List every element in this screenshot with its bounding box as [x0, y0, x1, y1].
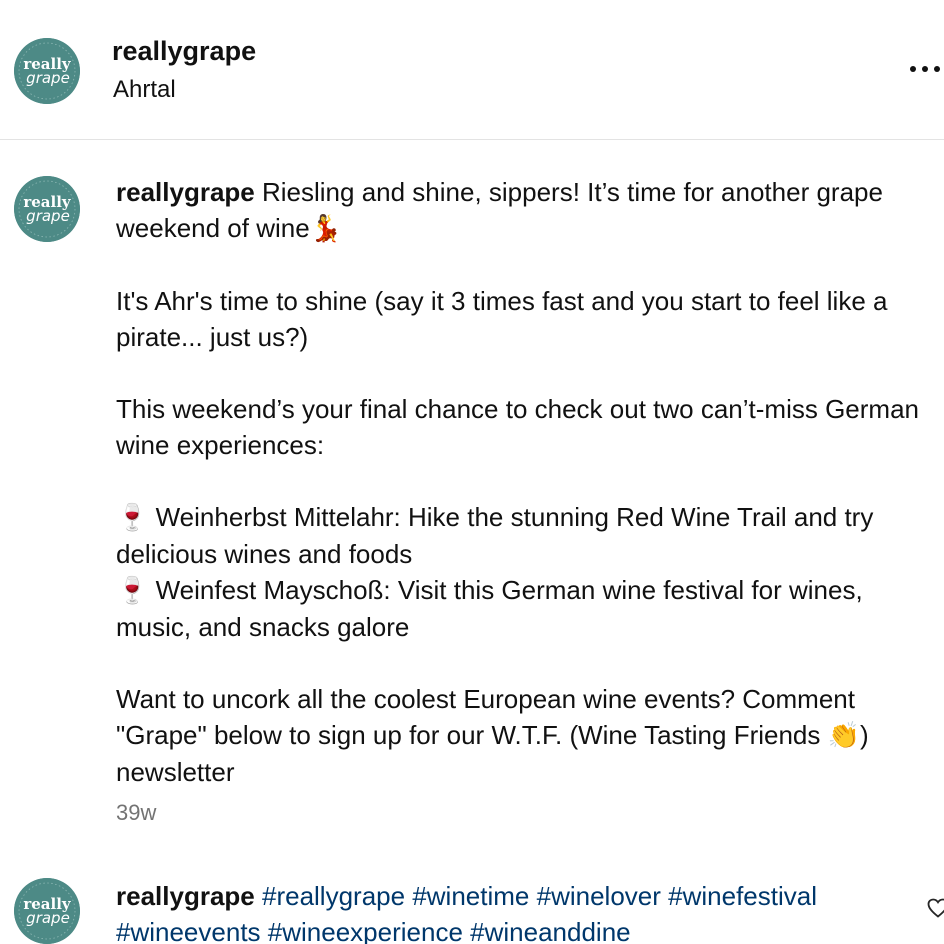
clapping-emoji: 👏 — [827, 721, 860, 751]
caption-paragraph-2: It's Ahr's time to shine (say it 3 times… — [116, 286, 888, 352]
caption-paragraph-4: Want to uncork all the coolest European … — [116, 681, 936, 790]
list-item-text: Weinherbst Mittelahr: Hike the stunning … — [116, 502, 874, 569]
hashtag-link[interactable]: #wineanddine — [470, 917, 630, 944]
avatar[interactable]: really grape — [14, 176, 80, 242]
reallygrape-logo: really grape — [14, 176, 80, 242]
reallygrape-logo: really grape — [14, 878, 80, 944]
wine-glass-emoji: 🍷 — [116, 576, 149, 606]
hashtag-link[interactable]: #wineevents — [116, 917, 261, 944]
reallygrape-logo: really grape — [14, 38, 80, 104]
caption-paragraph-1: reallygrape Riesling and shine, sippers!… — [116, 174, 936, 247]
svg-text:grape: grape — [26, 69, 70, 87]
post-caption: reallygrape Riesling and shine, sippers!… — [116, 174, 936, 790]
svg-text:grape: grape — [26, 207, 70, 225]
hashtag-link[interactable]: #wineexperience — [268, 917, 463, 944]
hashtag-link[interactable]: #winefestival — [668, 881, 817, 911]
caption-paragraph-3: This weekend’s your final chance to chec… — [116, 394, 919, 460]
post-header: really grape reallygrape Ahrtal — [0, 0, 944, 140]
wine-glass-emoji: 🍷 — [116, 503, 149, 533]
more-options-icon[interactable] — [900, 52, 944, 88]
header-username[interactable]: reallygrape — [112, 36, 256, 67]
hashtag-link[interactable]: #winelover — [537, 881, 661, 911]
heart-icon-shape — [927, 898, 944, 918]
caption-list-item-1: 🍷 Weinherbst Mittelahr: Hike the stunnin… — [116, 499, 936, 572]
caption-timestamp[interactable]: 39w — [116, 800, 156, 826]
svg-text:grape: grape — [26, 909, 70, 927]
comment-username[interactable]: reallygrape — [116, 881, 255, 911]
hashtag-link[interactable]: #reallygrape — [262, 881, 405, 911]
heart-icon[interactable] — [926, 896, 944, 920]
list-item-text: Weinfest Mayschoß: Visit this German win… — [116, 575, 863, 642]
caption-username[interactable]: reallygrape — [116, 177, 255, 207]
caption-list-item-2: 🍷 Weinfest Mayschoß: Visit this German w… — [116, 572, 936, 645]
avatar[interactable]: really grape — [14, 38, 80, 104]
header-location[interactable]: Ahrtal — [113, 76, 176, 104]
avatar[interactable]: really grape — [14, 878, 80, 944]
hashtag-link[interactable]: #winetime — [412, 881, 529, 911]
caption-text: Want to uncork all the coolest European … — [116, 684, 855, 750]
dancer-emoji: 💃 — [309, 214, 343, 244]
instagram-post-page: really grape reallygrape Ahrtal really g… — [0, 0, 944, 944]
comment: reallygrape #reallygrape #winetime #wine… — [116, 878, 916, 944]
